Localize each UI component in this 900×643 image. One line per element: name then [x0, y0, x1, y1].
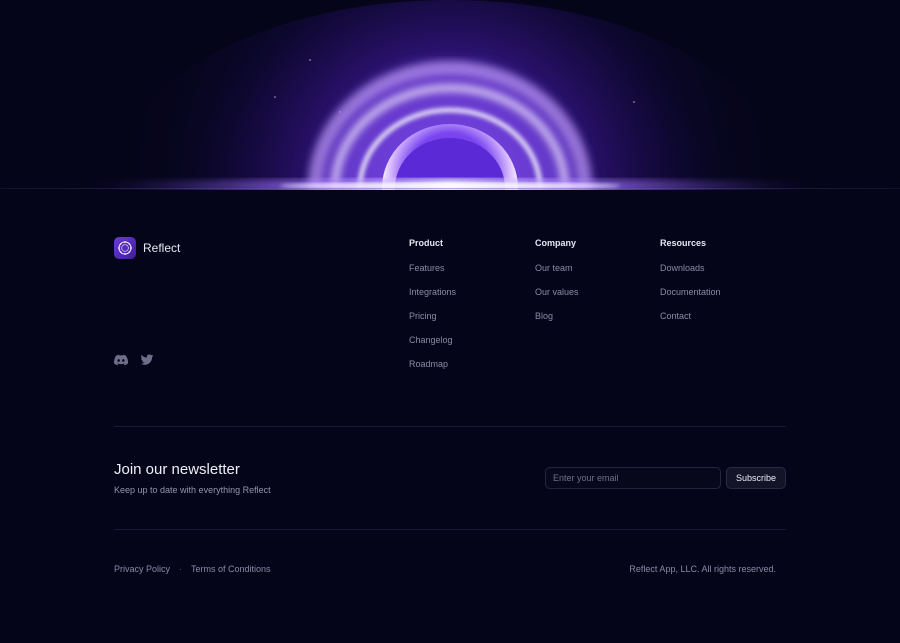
hero-glow-section	[0, 0, 900, 190]
copyright-text: Reflect App, LLC. All rights reserved.	[629, 564, 776, 574]
footer-link-integrations[interactable]: Integrations	[409, 287, 456, 297]
twitter-icon[interactable]	[140, 353, 154, 367]
footer-link-changelog[interactable]: Changelog	[409, 335, 456, 345]
footer-link-downloads[interactable]: Downloads	[660, 263, 721, 273]
legal-separator: ·	[179, 564, 183, 574]
footer-link-contact[interactable]: Contact	[660, 311, 721, 321]
legal-links: Privacy Policy · Terms of Conditions	[114, 564, 271, 574]
glowing-horizon-graphic	[90, 0, 810, 190]
privacy-policy-link[interactable]: Privacy Policy	[114, 564, 170, 574]
newsletter-subtitle: Keep up to date with everything Reflect	[114, 485, 271, 495]
social-links	[114, 353, 154, 367]
discord-icon[interactable]	[114, 353, 129, 367]
brand-name: Reflect	[143, 241, 181, 255]
newsletter-title: Join our newsletter	[114, 461, 240, 478]
reflect-logo-icon	[114, 237, 136, 259]
column-title: Product	[409, 238, 444, 248]
section-divider	[114, 529, 786, 530]
email-input[interactable]	[545, 467, 721, 489]
footer-column-product: Product Features Integrations Pricing Ch…	[409, 238, 456, 383]
column-title: Company	[535, 238, 577, 248]
terms-link[interactable]: Terms of Conditions	[191, 564, 271, 574]
footer-link-pricing[interactable]: Pricing	[409, 311, 456, 321]
footer-link-our-team[interactable]: Our team	[535, 263, 579, 273]
footer-column-company: Company Our team Our values Blog	[535, 238, 579, 335]
hero-divider-line	[0, 188, 900, 189]
site-footer: Reflect Product Features Integrations Pr…	[0, 190, 900, 643]
footer-link-blog[interactable]: Blog	[535, 311, 579, 321]
section-divider	[114, 426, 786, 427]
footer-link-features[interactable]: Features	[409, 263, 456, 273]
subscribe-button[interactable]: Subscribe	[726, 467, 786, 489]
footer-link-documentation[interactable]: Documentation	[660, 287, 721, 297]
column-title: Resources	[660, 238, 707, 248]
footer-link-roadmap[interactable]: Roadmap	[409, 359, 456, 369]
brand[interactable]: Reflect	[114, 237, 180, 259]
footer-link-our-values[interactable]: Our values	[535, 287, 579, 297]
footer-column-resources: Resources Downloads Documentation Contac…	[660, 238, 721, 335]
